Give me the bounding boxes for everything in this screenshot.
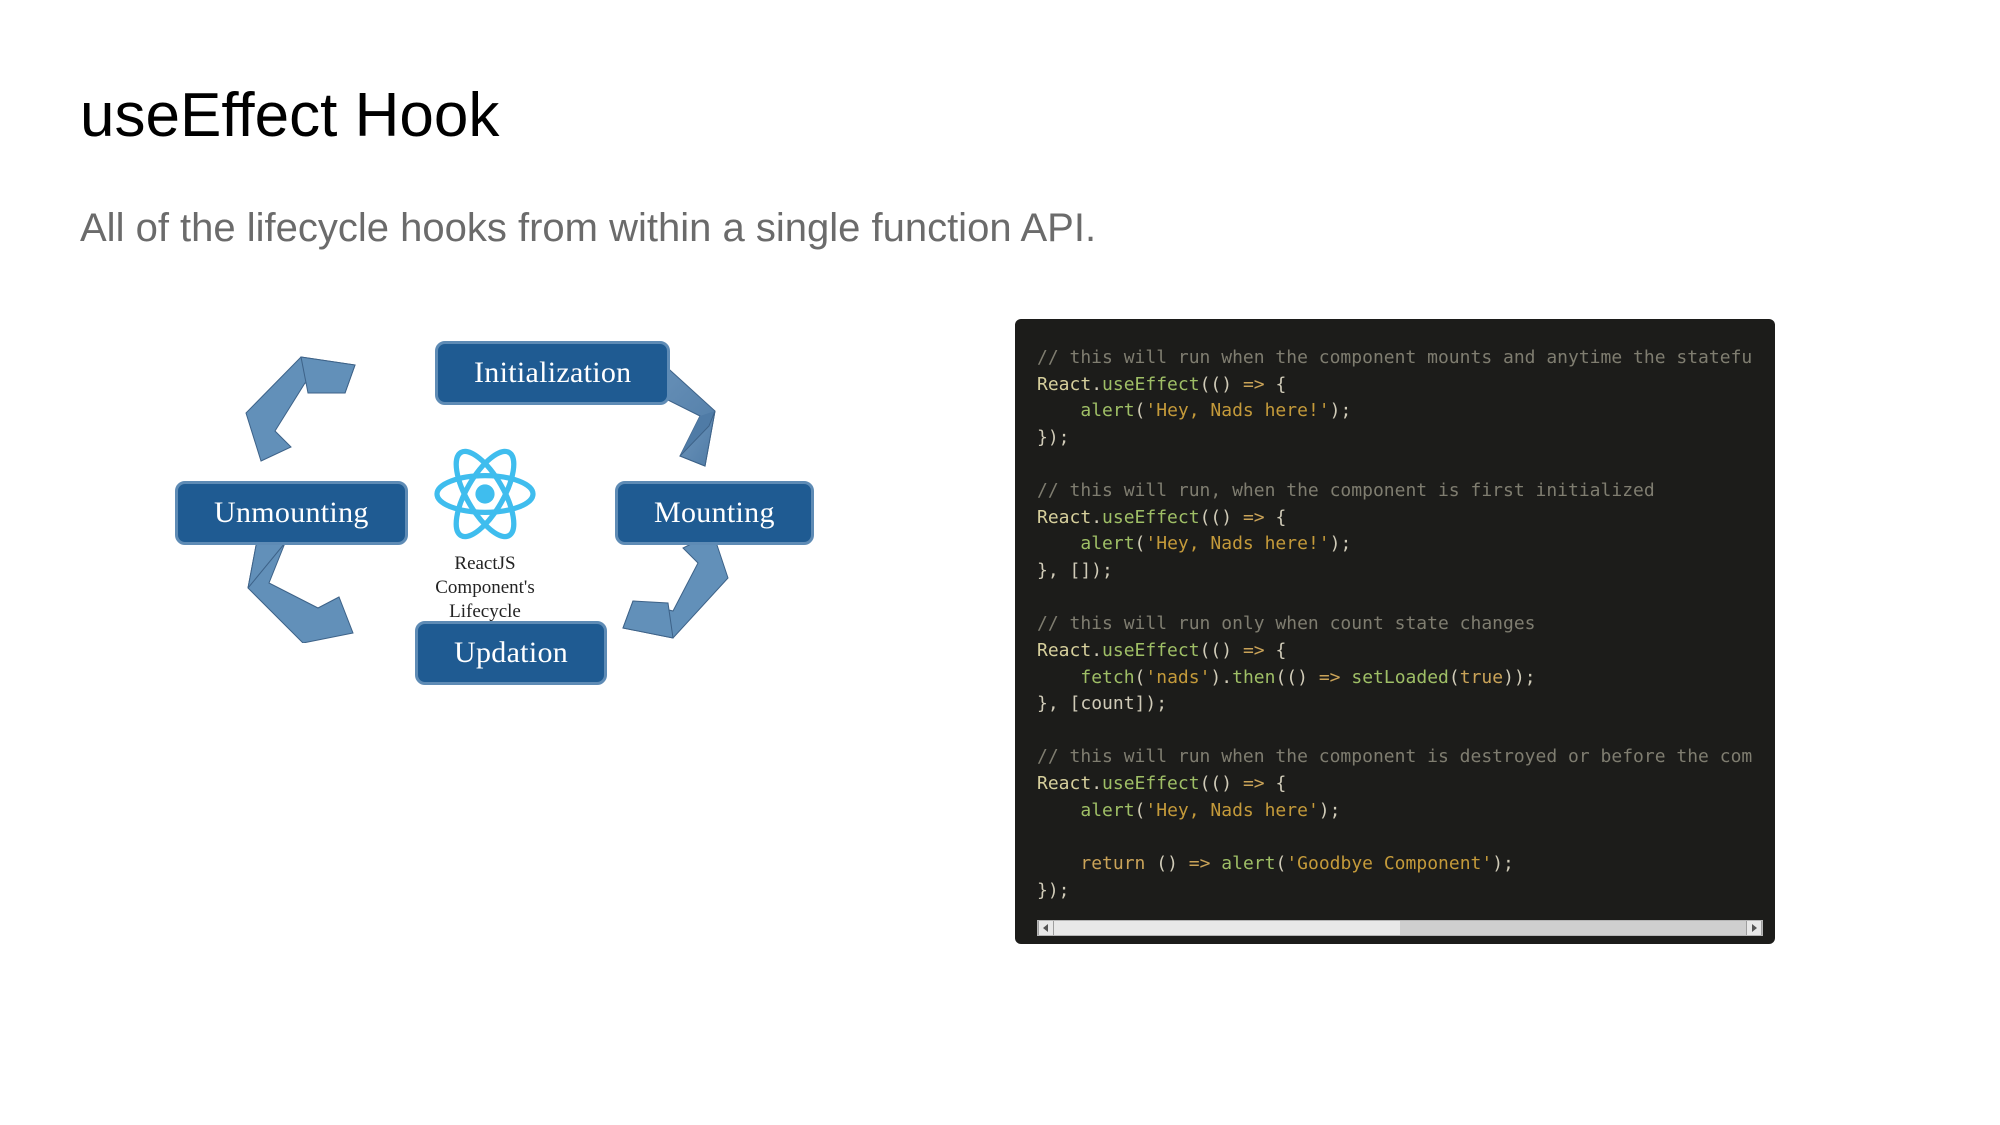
scroll-thumb[interactable] (1054, 921, 1400, 935)
react-logo-icon (431, 446, 539, 542)
page-title: useEffect Hook (80, 80, 1920, 151)
caption-line-2: Lifecycle (410, 600, 560, 624)
code-comment-4: // this will run when the component is d… (1037, 746, 1752, 767)
tok-react: React (1037, 374, 1091, 395)
diagram-center: ReactJS Component's Lifecycle (410, 446, 560, 623)
caption-line-1: ReactJS Component's (410, 552, 560, 600)
code-content: // this will run when the component moun… (1037, 345, 1763, 904)
lifecycle-diagram: ReactJS Component's Lifecycle Initializa… (135, 301, 875, 731)
str-hey-1: 'Hey, Nads here!' (1145, 400, 1329, 421)
scroll-track[interactable] (1054, 921, 1746, 935)
box-initialization: Initialization (435, 341, 670, 405)
scroll-right-button[interactable] (1746, 921, 1762, 935)
horizontal-scrollbar[interactable] (1037, 920, 1763, 936)
code-panel: // this will run when the component moun… (1015, 319, 1775, 944)
tok-fetch: fetch (1080, 667, 1134, 688)
code-comment-2: // this will run, when the component is … (1037, 480, 1655, 501)
code-comment-1: // this will run when the component moun… (1037, 347, 1752, 368)
diagram-caption: ReactJS Component's Lifecycle (410, 552, 560, 623)
page-subtitle: All of the lifecycle hooks from within a… (80, 206, 1920, 251)
box-updation: Updation (415, 621, 607, 685)
scroll-left-button[interactable] (1038, 921, 1054, 935)
arrow-unmount-to-init (243, 353, 363, 473)
code-comment-3: // this will run only when count state c… (1037, 613, 1536, 634)
tok-useEffect: useEffect (1102, 374, 1200, 395)
box-unmounting: Unmounting (175, 481, 408, 545)
tok-alert: alert (1080, 400, 1134, 421)
box-mounting: Mounting (615, 481, 814, 545)
